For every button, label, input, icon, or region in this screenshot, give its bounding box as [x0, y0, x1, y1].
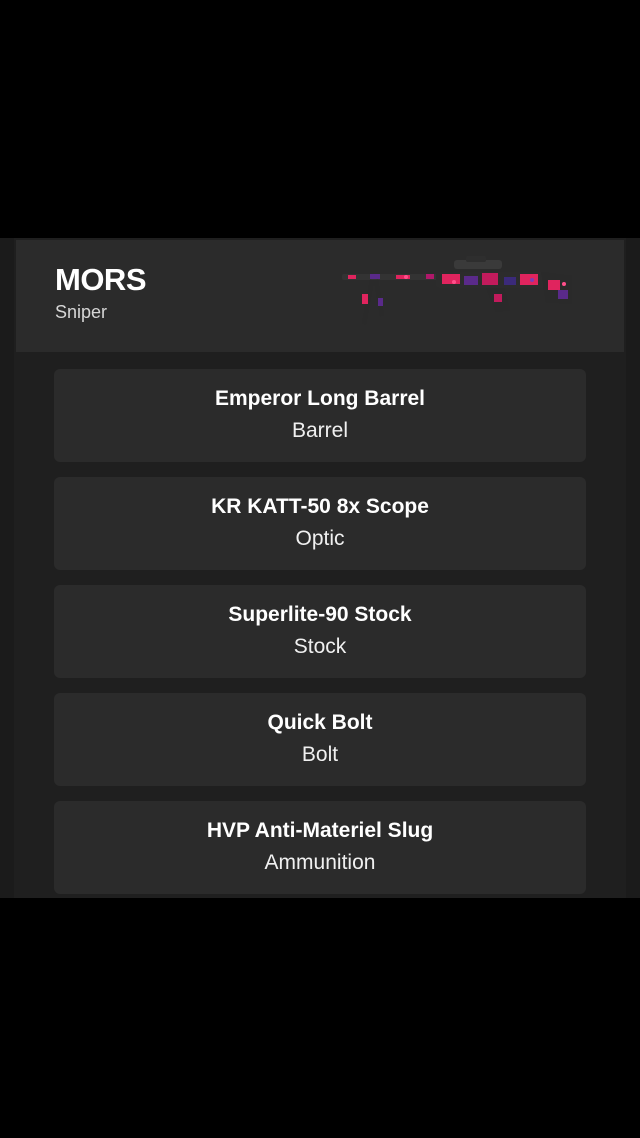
attachment-card-optic[interactable]: KR KATT-50 8x Scope Optic [54, 477, 586, 570]
attachment-name: Emperor Long Barrel [214, 387, 426, 410]
sniper-rifle-camo-image [342, 256, 572, 325]
attachment-slot: Optic [295, 527, 345, 550]
attachment-card-barrel[interactable]: Emperor Long Barrel Barrel [54, 369, 586, 462]
attachment-slot: Bolt [301, 743, 339, 766]
loadout-frame: MORS Sniper Emperor Long Barrel Barrel K… [0, 238, 640, 898]
attachment-slot: Stock [293, 635, 347, 658]
attachment-name: HVP Anti-Materiel Slug [206, 819, 434, 842]
loadout-card: MORS Sniper Emperor Long Barrel Barrel K… [14, 238, 626, 898]
weapon-name: MORS [55, 262, 147, 297]
weapon-header: MORS Sniper [16, 240, 624, 352]
attachment-slot: Ammunition [264, 851, 376, 874]
attachment-card-stock[interactable]: Superlite-90 Stock Stock [54, 585, 586, 678]
attachment-slot: Barrel [291, 419, 349, 442]
weapon-class: Sniper [55, 302, 108, 322]
attachment-card-bolt[interactable]: Quick Bolt Bolt [54, 693, 586, 786]
attachment-list: Emperor Long Barrel Barrel KR KATT-50 8x… [54, 369, 586, 898]
attachment-name: Quick Bolt [267, 711, 373, 734]
attachment-name: Superlite-90 Stock [228, 603, 412, 626]
attachment-card-ammunition[interactable]: HVP Anti-Materiel Slug Ammunition [54, 801, 586, 894]
attachment-name: KR KATT-50 8x Scope [211, 495, 429, 518]
